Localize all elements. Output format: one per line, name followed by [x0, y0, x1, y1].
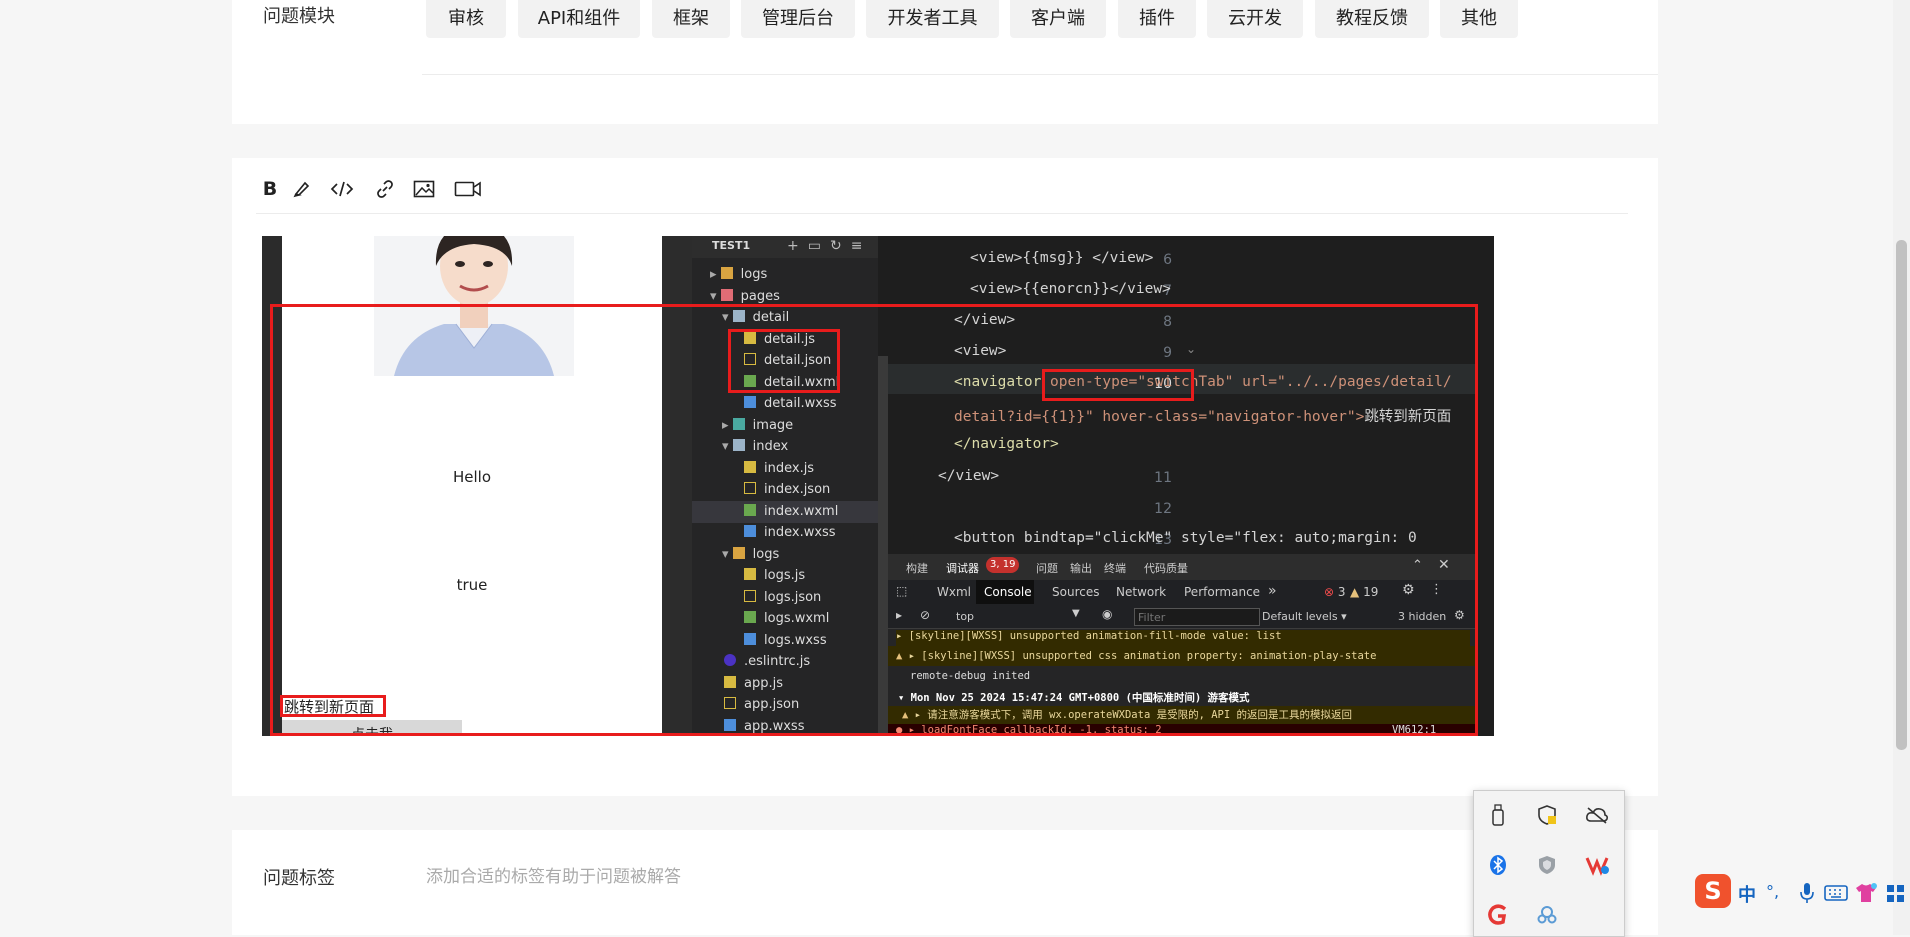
usb-drive-icon[interactable] [1485, 802, 1511, 828]
chip-other[interactable]: 其他 [1440, 0, 1518, 38]
ime-mode-chinese[interactable]: 中 [1738, 881, 1756, 907]
annotation-box-main [270, 304, 1478, 736]
toolbox-grid-icon[interactable] [1886, 884, 1906, 908]
project-name: TEST1 [712, 239, 751, 252]
annotation-box-link [280, 695, 386, 717]
chip-cloud[interactable]: 云开发 [1207, 0, 1303, 38]
code-icon[interactable] [328, 175, 356, 203]
embedded-screenshot: Hello true 跳转到新页面 点击我 TEST1 +▭↻≡ ▸ logs … [262, 236, 1494, 736]
bluetooth-icon[interactable] [1485, 852, 1511, 878]
highlighter-icon[interactable] [288, 175, 316, 203]
toolbar-divider [256, 213, 1628, 214]
keyboard-icon[interactable] [1824, 885, 1848, 905]
code-line-6: <view>{{msg}} </view> [970, 250, 1154, 266]
link-icon[interactable] [371, 175, 399, 203]
ime-punctuation[interactable]: °, [1766, 882, 1779, 901]
tags-label: 问题标签 [263, 868, 335, 889]
bold-button[interactable]: B [256, 175, 284, 203]
annotation-box-detail-files [728, 329, 840, 393]
annotation-box-open-type [1042, 369, 1194, 401]
tree-folder-pages[interactable]: ▾ pages [710, 289, 780, 304]
chip-framework[interactable]: 框架 [652, 0, 730, 38]
network-drive-icon[interactable] [1534, 902, 1560, 928]
cloud-offline-icon[interactable] [1584, 802, 1610, 828]
sogou-ime-icon[interactable]: S [1695, 874, 1731, 908]
chip-client[interactable]: 客户端 [1010, 0, 1106, 38]
defender-shield-icon[interactable] [1534, 852, 1560, 878]
module-label: 问题模块 [263, 6, 335, 27]
wps-icon[interactable] [1584, 852, 1610, 878]
explorer-actions[interactable]: +▭↻≡ [787, 238, 871, 254]
chip-review[interactable]: 审核 [426, 0, 506, 38]
divider [422, 74, 1658, 75]
page-scrollbar-thumb[interactable] [1896, 240, 1907, 750]
chip-devtools[interactable]: 开发者工具 [866, 0, 999, 38]
chip-api[interactable]: API和组件 [518, 0, 640, 38]
chip-tutorial[interactable]: 教程反馈 [1315, 0, 1429, 38]
tree-folder-logs[interactable]: ▸ logs [710, 267, 767, 282]
tags-input[interactable]: 添加合适的标签有助于问题被解答 [426, 862, 681, 887]
video-icon[interactable] [452, 175, 484, 203]
code-line-7: <view>{{enorcn}}</view> [970, 281, 1171, 297]
security-shield-icon[interactable] [1534, 802, 1560, 828]
image-icon[interactable] [410, 175, 438, 203]
skin-shirt-icon[interactable] [1854, 882, 1878, 908]
microphone-icon[interactable] [1800, 882, 1814, 908]
chip-admin[interactable]: 管理后台 [741, 0, 855, 38]
red-g-app-icon[interactable] [1485, 902, 1511, 928]
chip-plugin[interactable]: 插件 [1118, 0, 1196, 38]
